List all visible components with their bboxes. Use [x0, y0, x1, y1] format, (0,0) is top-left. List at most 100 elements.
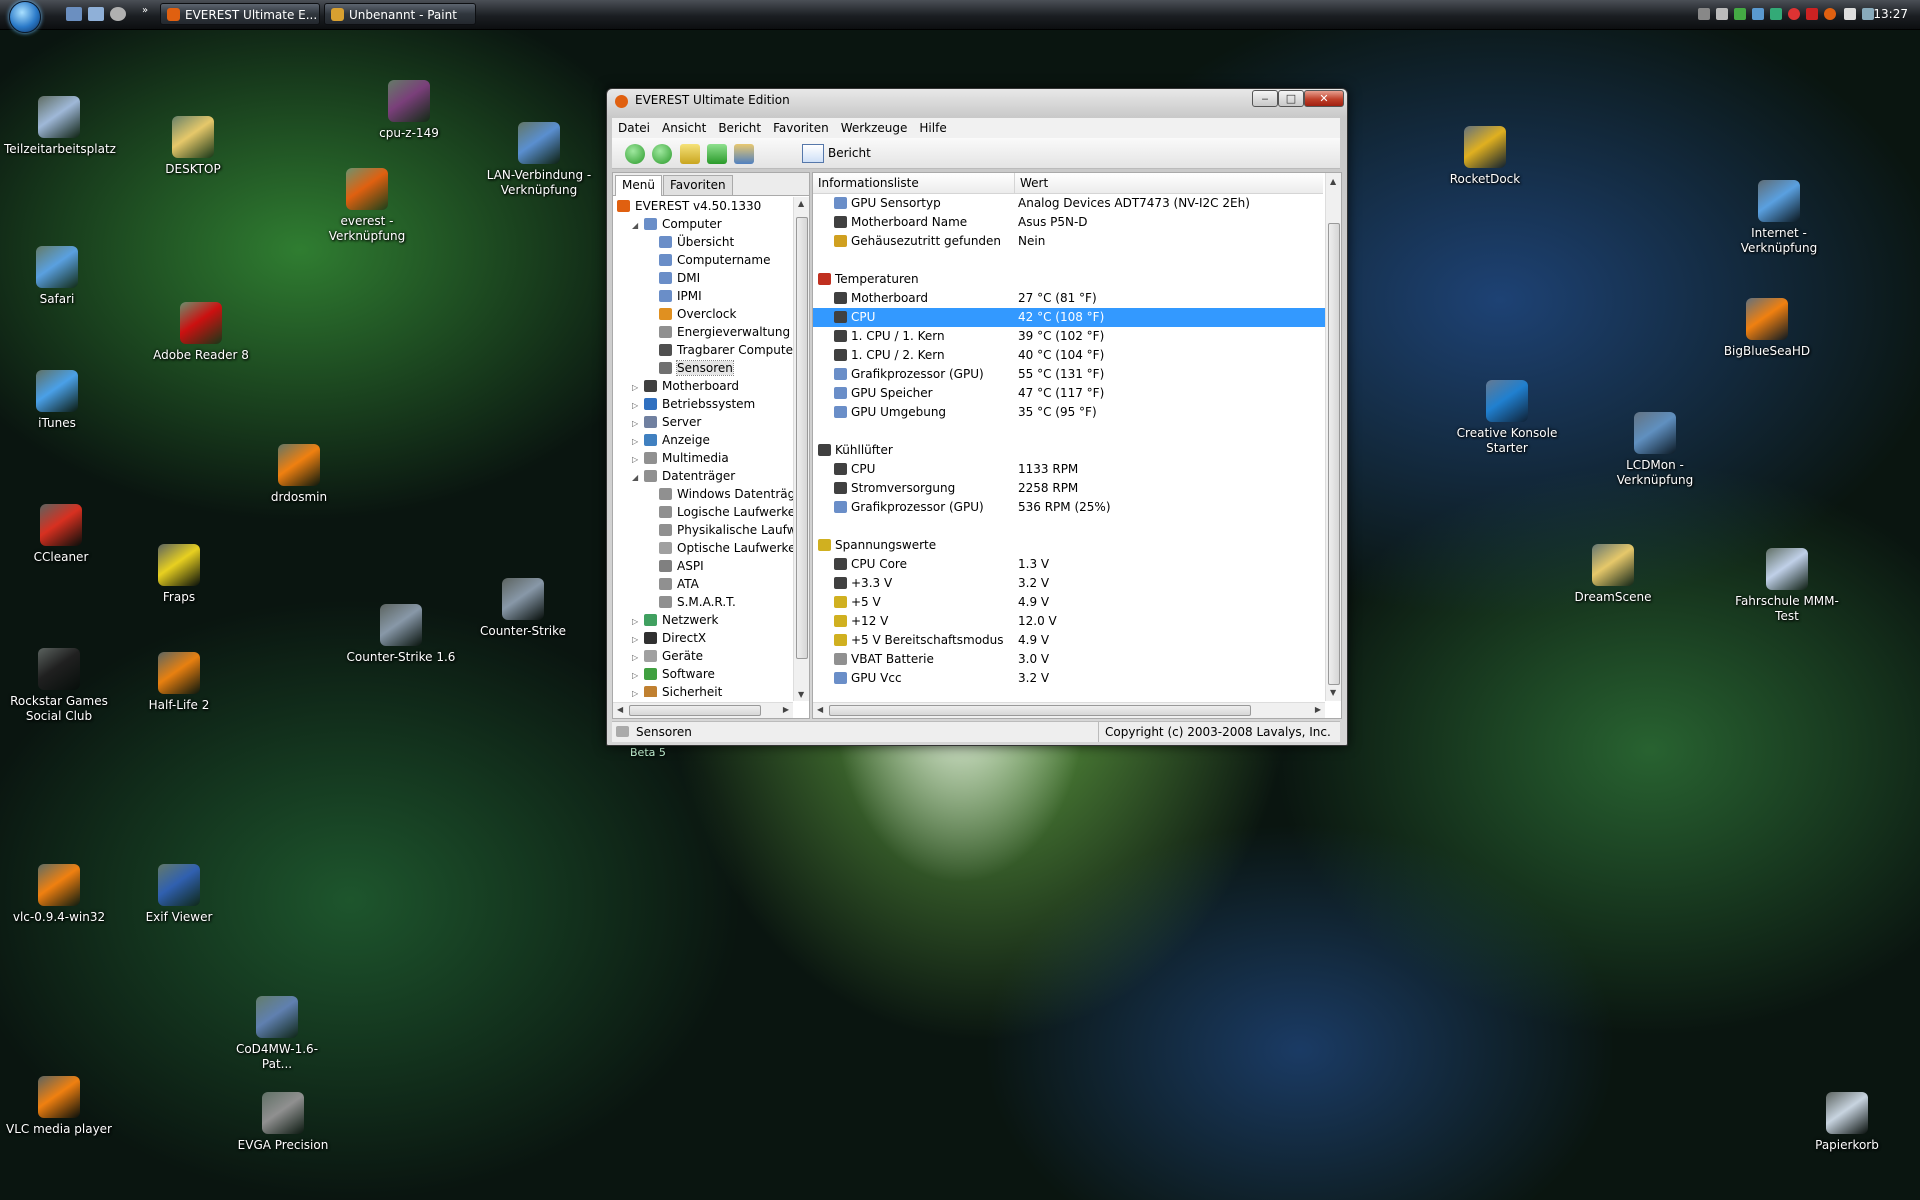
info-row[interactable]: VBAT Batterie 3.0 V	[813, 650, 1325, 669]
column-header-value[interactable]: Wert	[1015, 173, 1048, 193]
desktop-icon[interactable]: Safari	[2, 246, 112, 307]
desktop-icon[interactable]: Counter-Strike	[468, 578, 578, 639]
info-row[interactable]: Motherboard Name Asus P5N-D	[813, 213, 1325, 232]
scrollbar-thumb[interactable]	[829, 705, 1251, 716]
info-row[interactable]: GPU Vcc 3.2 V	[813, 669, 1325, 688]
horizontal-scrollbar[interactable]: ◀ ▶	[813, 702, 1325, 718]
title-bar[interactable]: EVEREST Ultimate Edition ‒ □ ✕	[607, 89, 1347, 113]
info-row[interactable]: Grafikprozessor (GPU) 55 °C (131 °F)	[813, 365, 1325, 384]
report-button[interactable]: Bericht	[802, 143, 871, 163]
back-icon[interactable]	[625, 144, 645, 164]
tree-item[interactable]: ▷ Server	[632, 413, 701, 431]
info-row[interactable]: 1. CPU / 1. Kern 39 °C (102 °F)	[813, 327, 1325, 346]
tree-item[interactable]: Overclock	[647, 305, 736, 323]
desktop-icon[interactable]: cpu-z-149	[354, 80, 464, 141]
desktop-icon[interactable]: EVGA Precision	[228, 1092, 338, 1153]
desktop-icon[interactable]: iTunes	[2, 370, 112, 431]
desktop-icon[interactable]: everest - Verknüpfung	[312, 168, 422, 244]
tree-item[interactable]: ◢ Computer	[632, 215, 722, 233]
info-row[interactable]: CPU 42 °C (108 °F)	[813, 308, 1325, 327]
desktop-icon[interactable]: Exif Viewer	[124, 864, 234, 925]
info-row[interactable]: +5 V 4.9 V	[813, 593, 1325, 612]
scrollbar-thumb[interactable]	[1328, 223, 1340, 685]
tree-item[interactable]: Übersicht	[647, 233, 734, 251]
refresh-icon[interactable]	[707, 144, 727, 164]
taskbar-button[interactable]: EVEREST Ultimate E...	[160, 3, 320, 25]
tree-item[interactable]: ▷ Betriebssystem	[632, 395, 755, 413]
tray-icon[interactable]	[1788, 8, 1800, 20]
tree-item[interactable]: ▷ Multimedia	[632, 449, 729, 467]
desktop-icon[interactable]: DESKTOP	[138, 116, 248, 177]
menu-item[interactable]: Favoriten	[767, 118, 835, 138]
tray-icon[interactable]	[1734, 8, 1746, 20]
info-row[interactable]: GPU Sensortyp Analog Devices ADT7473 (NV-…	[813, 194, 1325, 213]
group-header-row[interactable]: Spannungswerte	[813, 536, 1325, 555]
tree-item[interactable]: Energieverwaltung	[647, 323, 790, 341]
start-button[interactable]	[9, 1, 41, 33]
horizontal-scrollbar[interactable]: ◀ ▶	[613, 702, 793, 718]
desktop-icon[interactable]: DreamScene	[1558, 544, 1668, 605]
taskbar-button[interactable]: Unbenannt - Paint	[324, 3, 476, 25]
group-header-row[interactable]: Kühllüfter	[813, 441, 1325, 460]
column-header-info[interactable]: Informationsliste	[813, 173, 1015, 193]
clock[interactable]: 13:27	[1873, 0, 1908, 29]
desktop-icon[interactable]: BigBlueSeaHD	[1712, 298, 1822, 359]
desktop-icon[interactable]: VLC media player	[4, 1076, 114, 1137]
tree-item[interactable]: ▷ Netzwerk	[632, 611, 718, 629]
menu-item[interactable]: Hilfe	[913, 118, 952, 138]
show-desktop-icon[interactable]	[66, 7, 82, 21]
tray-icon[interactable]	[1716, 8, 1728, 20]
desktop-icon[interactable]: Half-Life 2	[124, 652, 234, 713]
desktop-icon[interactable]: drdosmin	[244, 444, 354, 505]
info-row[interactable]: GPU Umgebung 35 °C (95 °F)	[813, 403, 1325, 422]
expand-toggle-icon[interactable]: ◢	[632, 217, 641, 235]
desktop-icon[interactable]: Fraps	[124, 544, 234, 605]
forward-icon[interactable]	[652, 144, 672, 164]
tree-item[interactable]: ◢ Datenträger	[632, 467, 735, 485]
network-tray-icon[interactable]	[1862, 8, 1874, 20]
tree-item[interactable]: IPMI	[647, 287, 702, 305]
info-row[interactable]: Gehäusezutritt gefunden Nein	[813, 232, 1325, 251]
info-row[interactable]: CPU Core 1.3 V	[813, 555, 1325, 574]
menu-item[interactable]: Bericht	[712, 118, 767, 138]
tree-item[interactable]: ATA	[647, 575, 699, 593]
expand-toggle-icon[interactable]: ◢	[632, 469, 641, 487]
menu-item[interactable]: Datei	[612, 118, 656, 138]
tray-icon[interactable]	[1752, 8, 1764, 20]
desktop-icon[interactable]: Adobe Reader 8	[146, 302, 256, 363]
tree-item[interactable]: EVEREST v4.50.1330	[617, 197, 761, 215]
quicklaunch-more-icon[interactable]: »	[142, 5, 152, 19]
tree-item[interactable]: Logische Laufwerke	[647, 503, 793, 521]
tray-icon[interactable]	[1806, 8, 1818, 20]
tree-item[interactable]: Windows Datenträger	[647, 485, 793, 503]
tree-item[interactable]: Sensoren	[647, 359, 734, 377]
tree-item[interactable]: ▷ Anzeige	[632, 431, 710, 449]
vertical-scrollbar[interactable]: ▲ ▼	[1325, 173, 1341, 701]
desktop-icon[interactable]: LCDMon - Verknüpfung	[1600, 412, 1710, 488]
desktop-icon[interactable]: Rockstar Games Social Club	[4, 648, 114, 724]
tray-icon[interactable]	[1698, 8, 1710, 20]
minimize-button[interactable]: ‒	[1252, 90, 1278, 107]
desktop-icon[interactable]: Teilzeitarbeitsplatz	[4, 96, 116, 157]
info-row[interactable]: Grafikprozessor (GPU) 536 RPM (25%)	[813, 498, 1325, 517]
menu-item[interactable]: Werkzeuge	[835, 118, 914, 138]
desktop-icon[interactable]: Fahrschule MMM-Test	[1732, 548, 1842, 624]
desktop-icon[interactable]: Counter-Strike 1.6	[346, 604, 456, 665]
desktop-icon[interactable]: vlc-0.9.4-win32	[4, 864, 114, 925]
desktop-icon[interactable]: CoD4MW-1.6-Pat...	[222, 996, 332, 1072]
switch-windows-icon[interactable]	[88, 7, 104, 21]
maximize-button[interactable]: □	[1278, 90, 1304, 107]
tree-item[interactable]: DMI	[647, 269, 700, 287]
tree-item[interactable]: S.M.A.R.T.	[647, 593, 736, 611]
tree-item[interactable]: Optische Laufwerke	[647, 539, 793, 557]
info-row[interactable]: +3.3 V 3.2 V	[813, 574, 1325, 593]
quicklaunch-app-icon[interactable]	[110, 7, 126, 21]
group-header-row[interactable]: Temperaturen	[813, 270, 1325, 289]
volume-icon[interactable]	[1844, 8, 1856, 20]
scrollbar-thumb[interactable]	[629, 705, 761, 716]
tree-item[interactable]: ▷ Motherboard	[632, 377, 739, 395]
info-row[interactable]: Motherboard 27 °C (81 °F)	[813, 289, 1325, 308]
tree-item[interactable]: ▷ DirectX	[632, 629, 706, 647]
info-row[interactable]: Stromversorgung 2258 RPM	[813, 479, 1325, 498]
close-button[interactable]: ✕	[1304, 90, 1344, 107]
